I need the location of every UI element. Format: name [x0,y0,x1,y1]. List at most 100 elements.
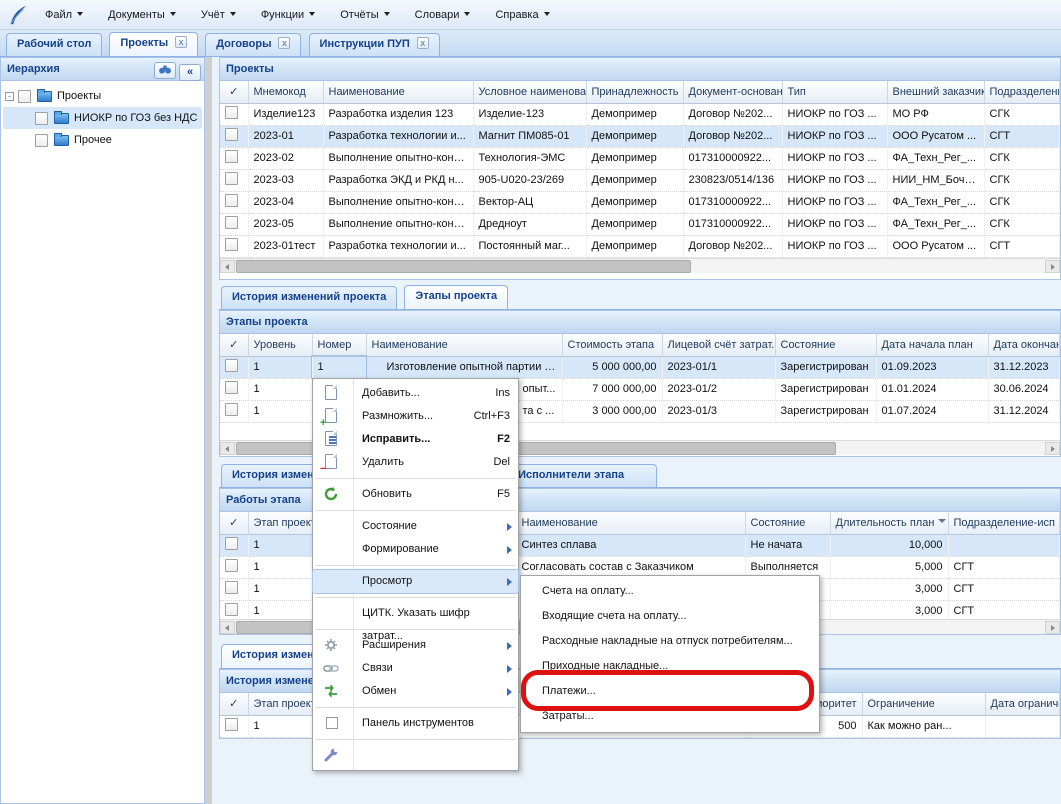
table-row[interactable]: 2023-02Выполнение опытно-конс...Технолог… [220,147,1060,169]
column-header[interactable]: Мнемокод [248,81,323,103]
menu-item-settings[interactable] [313,744,518,767]
tree-checkbox[interactable] [18,90,31,103]
column-header[interactable]: Подразделение [984,81,1060,103]
column-header[interactable]: Наименование [366,334,562,356]
tree-checkbox[interactable] [35,112,48,125]
submenu-item-incoming-invoices[interactable]: Входящие счета на оплату... [521,604,819,629]
column-header[interactable]: Дата начала план [876,334,988,356]
submenu-item-payments[interactable]: Платежи... [521,679,819,704]
column-header[interactable]: Принадлежность [586,81,683,103]
submenu-item-costs[interactable]: Затраты... [521,704,819,729]
column-header[interactable]: Лицевой счёт затрат. [662,334,775,356]
check-column-header[interactable]: ✓ [220,81,248,103]
column-header[interactable]: Состояние [775,334,876,356]
menu-item-citk-cost-code[interactable]: ЦИТК. Указать шифр затрат... [313,602,518,625]
menu-item-exchange[interactable]: Обмен [313,680,518,703]
table-row-selected[interactable]: 11Изготовление опытной партии ПМ0...5 00… [220,356,1060,378]
row-checkbox[interactable] [225,718,238,731]
scroll-left-icon[interactable] [220,621,235,634]
collapse-panel-button[interactable]: « [179,64,201,81]
row-checkbox[interactable] [225,403,238,416]
menu-accounting[interactable]: Учёт [190,0,247,30]
horizontal-scrollbar[interactable] [220,258,1060,273]
row-checkbox[interactable] [225,581,238,594]
tree-checkbox[interactable] [35,134,48,147]
column-header[interactable]: Состояние [745,512,830,534]
scroll-left-icon[interactable] [220,260,235,273]
menu-item-view[interactable]: Просмотр [313,570,518,593]
row-checkbox[interactable] [225,172,238,185]
table-row[interactable]: 2023-04Выполнение опытно-конс...Вектор-А… [220,191,1060,213]
table-row-selected[interactable]: 2023-01Разработка технологии и...Магнит … [220,125,1060,147]
tab-projects[interactable]: Проектыx [109,32,198,56]
menu-help[interactable]: Справка [484,0,560,30]
sidebar-splitter[interactable] [205,57,212,804]
find-button[interactable] [154,62,176,79]
tab-instructions[interactable]: Инструкции ПУПx [309,33,440,56]
column-header[interactable]: Условное наименование [473,81,586,103]
scroll-right-icon[interactable] [1045,260,1060,273]
row-checkbox[interactable] [225,359,238,372]
close-icon[interactable]: x [417,37,429,49]
row-checkbox[interactable] [225,559,238,572]
row-checkbox[interactable] [225,216,238,229]
column-header[interactable]: Наименование [323,81,473,103]
row-checkbox[interactable] [225,128,238,141]
scroll-right-icon[interactable] [1045,621,1060,634]
column-header[interactable]: Стоимость этапа [562,334,662,356]
menu-item-delete[interactable]: − DelУдалить [313,451,518,474]
tab-contracts[interactable]: Договорыx [205,33,301,56]
column-header[interactable]: Длительность план [830,512,948,534]
collapse-node-icon[interactable]: - [5,92,14,101]
menu-item-refresh[interactable]: F5Обновить [313,483,518,506]
row-checkbox[interactable] [225,537,238,550]
column-header[interactable]: Подразделение-исп [948,512,1060,534]
column-header[interactable]: Дата окончан [988,334,1060,356]
check-column-header[interactable]: ✓ [220,334,248,356]
submenu-item-outgoing-waybills[interactable]: Расходные накладные на отпуск потребител… [521,629,819,654]
menu-functions[interactable]: Функции [250,0,326,30]
column-header[interactable]: Наименование [516,512,745,534]
menu-item-toolbar-toggle[interactable]: Панель инструментов [313,712,518,735]
close-icon[interactable]: x [278,37,290,49]
scrollbar-thumb[interactable] [236,260,691,273]
menu-item-state[interactable]: Состояние [313,515,518,538]
table-row[interactable]: 2023-05Выполнение опытно-конс...Дредноут… [220,213,1060,235]
column-header[interactable]: Уровень [248,334,312,356]
tab-stage-executors[interactable]: Исполнители этапа [507,464,657,487]
menu-reports[interactable]: Отчёты [329,0,400,30]
column-header[interactable]: Ограничение [862,693,985,715]
scroll-right-icon[interactable] [1045,442,1060,455]
row-checkbox[interactable] [225,381,238,394]
row-checkbox[interactable] [225,238,238,251]
row-checkbox[interactable] [225,603,238,616]
table-row[interactable]: 2023-03Разработка ЭКД и РКД н...905-U020… [220,169,1060,191]
column-header[interactable]: Тип [782,81,887,103]
table-row[interactable]: Изделие123Разработка изделия 123Изделие-… [220,103,1060,125]
submenu-item-invoices[interactable]: Счета на оплату... [521,579,819,604]
menu-dictionaries[interactable]: Словари [404,0,482,30]
tree-node-projects[interactable]: - Проекты [3,85,202,107]
table-row[interactable]: 2023-01тестРазработка технологии и...Пос… [220,235,1060,257]
column-header[interactable]: Документ-основание [683,81,782,103]
row-checkbox[interactable] [225,194,238,207]
tab-project-history[interactable]: История изменений проекта [221,286,397,309]
menu-item-add[interactable]: InsДобавить... [313,382,518,405]
menu-file[interactable]: Файл [34,0,94,30]
menu-item-extensions[interactable]: Расширения [313,634,518,657]
check-column-header[interactable]: ✓ [220,693,248,715]
tree-node-other[interactable]: Прочее [3,129,202,151]
column-header[interactable]: Дата ограниче [985,693,1060,715]
tab-project-stages[interactable]: Этапы проекта [404,285,508,309]
menu-item-forming[interactable]: Формирование [313,538,518,561]
menu-item-edit[interactable]: F2Исправить... [313,428,518,451]
column-header[interactable]: Внешний заказчик [887,81,984,103]
close-icon[interactable]: x [175,36,187,48]
menu-item-duplicate[interactable]: + Ctrl+F3Размножить... [313,405,518,428]
menu-documents[interactable]: Документы [97,0,187,30]
row-checkbox[interactable] [225,150,238,163]
row-checkbox[interactable] [225,106,238,119]
menu-item-links[interactable]: Связи [313,657,518,680]
column-header[interactable]: Номер [312,334,366,356]
submenu-item-incoming-waybills[interactable]: Приходные накладные... [521,654,819,679]
